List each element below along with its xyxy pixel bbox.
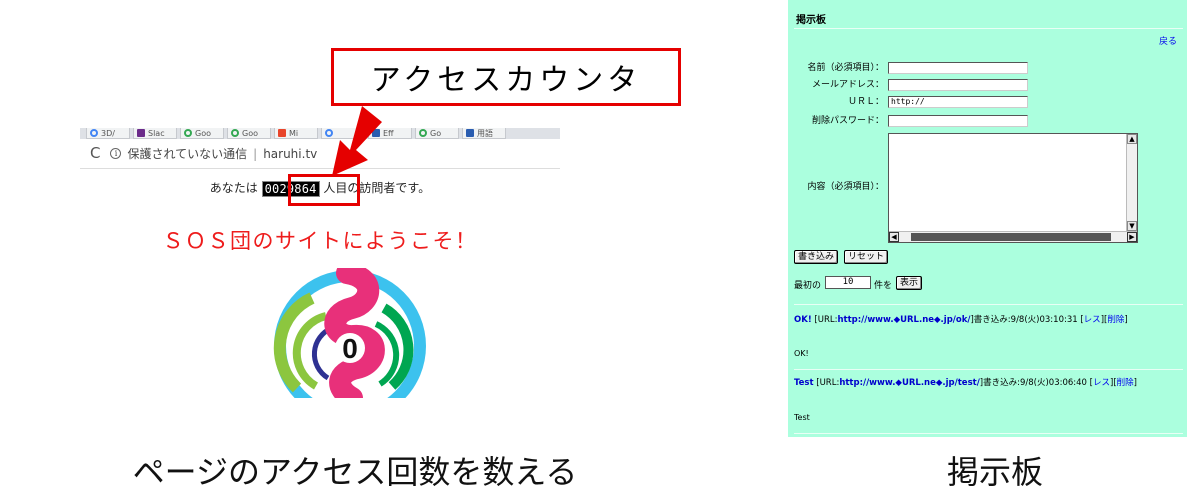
content-label: 内容（必須項目）： [807,182,884,192]
browser-tab-strip: 3D/ Slac Goo Goo Mi Eff Go 用語 [80,128,560,139]
post-meta-close: ] [1124,315,1128,325]
browser-tab[interactable]: Mi [274,128,318,139]
post-url-link[interactable]: http://www.◆URL.ne◆.jp/test/ [839,378,979,388]
security-label: 保護されていない通信 [127,147,248,161]
browser-tab[interactable]: Goo [227,128,271,139]
delete-password-label: 削除パスワード： [811,116,884,126]
show-button[interactable]: 表示 [896,276,923,290]
reply-link[interactable]: レス [1084,315,1101,325]
email-label: メールアドレス： [811,80,884,90]
post-url-prefix: [URL: [814,315,838,325]
callout-label: アクセスカウンタ [370,63,642,98]
divider [794,433,1183,434]
horizontal-scrollbar[interactable]: ◀ ▶ [889,231,1137,242]
divider [794,28,1183,29]
bbs-title: 掲示板 [796,15,826,26]
google-icon [231,129,239,137]
post-meta: ]書き込み:9/8(火)03:10:31 [ [970,315,1084,325]
name-field[interactable] [888,62,1028,74]
address-bar: C i 保護されていない通信 | haruhi.tv [80,139,560,169]
sos-brigade-logo: 0 [273,268,426,398]
post-meta-close: ] [1133,378,1137,388]
content-textarea[interactable]: ▲ ▼ ◀ ▶ [888,133,1138,243]
tab-favicon [466,129,474,137]
google-icon [184,129,192,137]
post-header: OK! [URL:http://www.◆URL.ne◆.jp/ok/]書き込み… [794,315,1128,325]
back-link[interactable]: 戻る [1159,34,1177,47]
scroll-right-icon[interactable]: ▶ [1127,232,1137,242]
scroll-up-icon[interactable]: ▲ [1127,134,1137,144]
vertical-scrollbar[interactable]: ▲ ▼ [1126,134,1137,231]
scroll-thumb[interactable] [911,233,1111,241]
google-icon [419,129,427,137]
first-suffix: 件を [874,281,893,291]
access-counter-callout: アクセスカウンタ [331,48,681,106]
caption-access-counter: ページのアクセス回数を数える [132,453,578,491]
post-meta: ]書き込み:9/8(火)03:06:40 [ [979,378,1093,388]
browser-tab[interactable]: 用語 [462,128,506,139]
post-count-field[interactable]: 10 [825,276,871,289]
scroll-left-icon[interactable]: ◀ [889,232,899,242]
post-title: Test [794,378,814,388]
browser-tab[interactable]: Go [415,128,459,139]
reply-link[interactable]: レス [1093,378,1110,388]
url-label: ＵＲＬ： [847,97,884,107]
reload-icon[interactable]: C [90,146,100,161]
bulletin-board-screenshot: 掲示板 戻る 名前（必須項目）： メールアドレス： ＵＲＬ： http:// 削… [788,0,1187,437]
delete-link[interactable]: 削除 [1117,378,1134,388]
slack-icon [137,129,145,137]
callout-arrow-icon [332,106,382,176]
divider [794,369,1183,370]
tab-favicon [90,129,98,137]
url-text: haruhi.tv [263,146,318,161]
email-field[interactable] [888,79,1028,91]
caption-bulletin-board: 掲示板 [946,453,1043,491]
office-icon [278,129,286,137]
post-title: OK! [794,315,812,325]
scroll-down-icon[interactable]: ▼ [1127,221,1137,231]
browser-tab[interactable]: Goo [180,128,224,139]
post-url-link[interactable]: http://www.◆URL.ne◆.jp/ok/ [837,315,970,325]
reset-button[interactable]: リセット [844,250,889,264]
post-body: Test [794,413,810,422]
counter-highlight-frame [288,174,360,206]
browser-tab[interactable]: 3D/ [86,128,130,139]
divider: | [253,146,258,161]
post-body: OK! [794,349,809,358]
post-header: Test [URL:http://www.◆URL.ne◆.jp/test/]書… [794,378,1137,388]
submit-button[interactable]: 書き込み [794,250,839,264]
delete-link[interactable]: 削除 [1107,315,1124,325]
browser-screenshot: 3D/ Slac Goo Goo Mi Eff Go 用語 C i 保護されてい… [80,128,560,398]
visitor-prefix: あなたは [209,181,258,195]
divider [794,304,1183,305]
name-label: 名前（必須項目）： [807,63,884,73]
omnibox[interactable]: i 保護されていない通信 | haruhi.tv [110,144,317,164]
welcome-heading: ＳＯＳ団のサイトにようこそ！ [162,229,478,253]
url-field[interactable]: http:// [888,96,1028,108]
first-prefix: 最初の [794,281,822,291]
post-url-prefix: [URL: [816,378,840,388]
delete-password-field[interactable] [888,115,1028,127]
info-icon[interactable]: i [110,148,122,159]
browser-tab[interactable]: Slac [133,128,177,139]
svg-text:0: 0 [342,333,358,364]
